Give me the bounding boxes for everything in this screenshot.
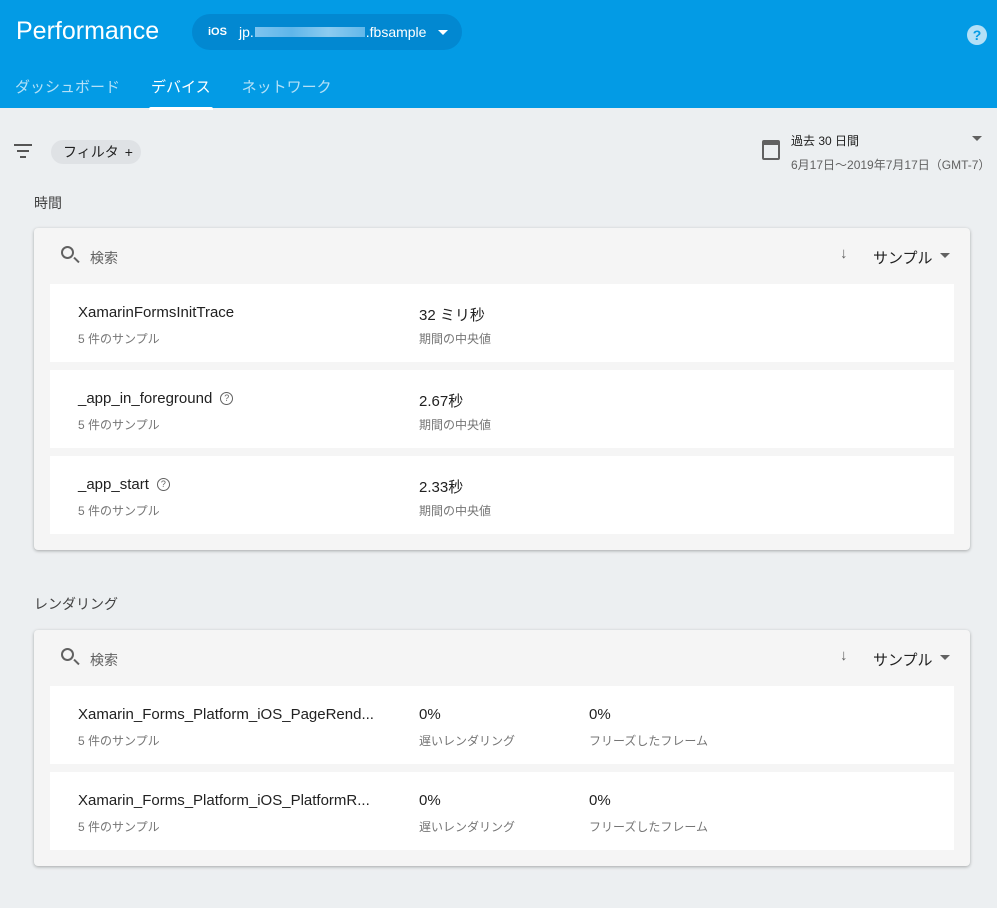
tab-network[interactable]: ネットワーク (242, 76, 332, 110)
table-row[interactable]: Xamarin_Forms_Platform_iOS_PlatformR... … (50, 772, 954, 850)
section-title: レンダリング (34, 596, 118, 612)
trace-name: XamarinFormsInitTrace (78, 304, 235, 321)
trace-name: Xamarin_Forms_Platform_iOS_PageRend... (78, 706, 374, 723)
search-input[interactable]: 検索 (90, 650, 118, 670)
search-icon (61, 648, 74, 661)
metric-label: 期間の中央値 (419, 504, 492, 518)
search-bar: 検索 ↓ サンプル (34, 630, 970, 686)
page-title: Performance (16, 17, 160, 45)
filter-label: フィルタ (63, 144, 119, 160)
chevron-down-icon (438, 29, 449, 35)
help-icon[interactable]: ? (220, 392, 234, 405)
trace-name: _app_start (78, 476, 149, 493)
help-icon[interactable]: ? (967, 25, 987, 45)
metric-value-2: 0% (589, 706, 611, 723)
tab-dashboard[interactable]: ダッシュボード (15, 76, 120, 110)
table-row[interactable]: _app_in_foreground? 5 件のサンプル 2.67秒 期間の中央… (50, 370, 954, 448)
app-header: Performance iOS jp. .fbsample ? ダッシュボード … (0, 0, 997, 110)
filter-icon[interactable] (14, 144, 32, 162)
metric-value: 32 ミリ秒 (419, 307, 485, 324)
section-card: 検索 ↓ サンプル Xamarin_Forms_Platform_iOS_Pag… (34, 630, 970, 866)
sample-count: 5 件のサンプル (78, 504, 160, 518)
metric-value-2: 0% (589, 792, 611, 809)
metric-value: 2.33秒 (419, 479, 464, 496)
table-row[interactable]: _app_start? 5 件のサンプル 2.33秒 期間の中央値 (50, 456, 954, 534)
metric-value: 2.67秒 (419, 393, 464, 410)
date-range-label: 過去 30 日間 (791, 134, 860, 148)
search-input[interactable]: 検索 (90, 248, 118, 268)
table-row[interactable]: XamarinFormsInitTrace 5 件のサンプル 32 ミリ秒 期間… (50, 284, 954, 362)
sample-count: 5 件のサンプル (78, 820, 160, 834)
search-bar: 検索 ↓ サンプル (34, 228, 970, 284)
search-icon (61, 246, 74, 259)
metric-label: 遅いレンダリング (419, 820, 516, 834)
metric-label: 期間の中央値 (419, 418, 492, 432)
sample-count: 5 件のサンプル (78, 332, 160, 346)
section-title: 時間 (34, 195, 62, 211)
tab-bar: ダッシュボード デバイス ネットワーク (0, 76, 348, 110)
table-row[interactable]: Xamarin_Forms_Platform_iOS_PageRend... 5… (50, 686, 954, 764)
metric-label: 期間の中央値 (419, 332, 492, 346)
metric-value: 0% (419, 792, 441, 809)
sample-count: 5 件のサンプル (78, 418, 160, 432)
app-id-suffix: .fbsample (365, 24, 427, 40)
plus-icon: + (124, 144, 133, 160)
date-range-detail: 6月17日～2019年7月17日（GMT-7） (791, 158, 991, 172)
calendar-icon (762, 140, 780, 160)
help-icon[interactable]: ? (156, 478, 170, 491)
add-filter-button[interactable]: フィルタ + (51, 140, 141, 164)
metric-label: 遅いレンダリング (419, 734, 516, 748)
trace-name: _app_in_foreground (78, 390, 213, 407)
metric-value: 0% (419, 706, 441, 723)
chevron-down-icon (972, 136, 982, 141)
tab-device[interactable]: デバイス (149, 76, 213, 110)
sort-select[interactable]: サンプル (873, 649, 933, 670)
metric-label-2: フリーズしたフレーム (589, 820, 709, 834)
chevron-down-icon (940, 253, 950, 258)
section-card: 検索 ↓ サンプル XamarinFormsInitTrace 5 件のサンプル… (34, 228, 970, 550)
app-selector[interactable]: iOS jp. .fbsample (192, 14, 462, 50)
sample-count: 5 件のサンプル (78, 734, 160, 748)
trace-name: Xamarin_Forms_Platform_iOS_PlatformR... (78, 792, 370, 809)
app-id-prefix: jp. (238, 24, 254, 40)
ios-icon: iOS (208, 26, 227, 38)
redacted-app-id (254, 27, 365, 37)
sort-arrow-icon[interactable]: ↓ (840, 647, 848, 664)
sort-select[interactable]: サンプル (873, 247, 933, 268)
chevron-down-icon (940, 655, 950, 660)
metric-label-2: フリーズしたフレーム (589, 734, 709, 748)
sort-arrow-icon[interactable]: ↓ (840, 245, 848, 262)
